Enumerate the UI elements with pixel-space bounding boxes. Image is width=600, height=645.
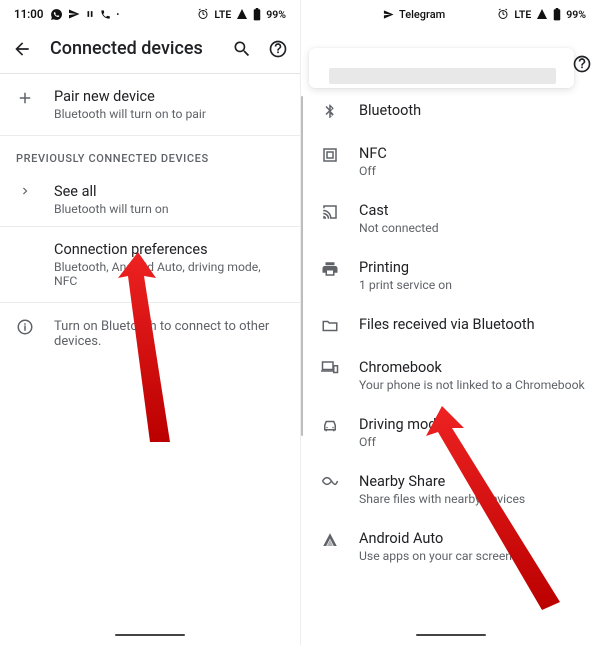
item-sub: Not connected <box>359 221 586 235</box>
item-title: Android Auto <box>359 530 586 547</box>
share-icon <box>321 474 339 488</box>
list-item-aa[interactable]: Android Auto Use apps on your car screen <box>301 518 600 575</box>
cast-icon <box>321 203 339 221</box>
battery-text: 99% <box>266 8 286 21</box>
whatsapp-icon <box>50 8 63 21</box>
gesture-bar <box>115 634 185 636</box>
bluetooth-tip-row: Turn on Bluetooth to connect to other de… <box>0 303 300 363</box>
left-screen: 11:00 • LTE 99% Connected devices Pair n… <box>0 0 300 645</box>
send-icon <box>383 9 394 20</box>
item-title: Nearby Share <box>359 473 586 490</box>
item-title: Bluetooth <box>359 102 586 119</box>
pair-sub: Bluetooth will turn on to pair <box>54 107 286 121</box>
right-screen: Telegram LTE 99% Bluetooth NFC Off Cast Not … <box>300 0 600 645</box>
phone-icon <box>100 9 111 20</box>
section-label: PREVIOUSLY CONNECTED DEVICES <box>0 136 300 173</box>
battery-text: 99% <box>566 8 586 21</box>
gesture-bar <box>416 634 486 636</box>
tip-text: Turn on Bluetooth to connect to other de… <box>54 319 286 349</box>
see-all-title: See all <box>54 183 286 200</box>
status-bar: 11:00 • LTE 99% <box>0 0 300 28</box>
help-icon[interactable] <box>268 39 288 59</box>
item-sub: Your phone is not linked to a Chromebook <box>359 378 586 392</box>
item-title: NFC <box>359 145 586 162</box>
app-header: Connected devices <box>0 28 300 73</box>
search-icon[interactable] <box>232 39 252 59</box>
chevron-right-icon <box>18 184 32 198</box>
status-bar: Telegram LTE 99% <box>301 0 600 28</box>
item-title: Chromebook <box>359 359 586 376</box>
print-icon <box>321 260 339 278</box>
item-sub: 1 print service on <box>359 278 586 292</box>
send-icon <box>68 8 80 20</box>
list-item-car[interactable]: Driving mode Off <box>301 404 600 461</box>
plus-icon <box>16 89 34 107</box>
see-all-row[interactable]: See all Bluetooth will turn on <box>0 173 300 226</box>
item-sub: Share files with nearby devices <box>359 492 586 506</box>
network-type: LTE <box>214 8 231 21</box>
info-icon <box>16 318 34 336</box>
pair-title: Pair new device <box>54 88 286 105</box>
signal-icon <box>536 8 548 20</box>
item-title: Driving mode <box>359 416 586 433</box>
connection-preferences-row[interactable]: Connection preferences Bluetooth, Androi… <box>0 227 300 302</box>
list-item-cast[interactable]: Cast Not connected <box>301 190 600 247</box>
folder-icon <box>321 317 339 335</box>
list-item-nfc[interactable]: NFC Off <box>301 133 600 190</box>
notif-app-name: Telegram <box>399 8 445 21</box>
aa-icon <box>321 531 339 549</box>
network-type: LTE <box>514 8 531 21</box>
item-title: Files received via Bluetooth <box>359 316 586 333</box>
list-item-folder[interactable]: Files received via Bluetooth <box>301 304 600 347</box>
preference-list: Bluetooth NFC Off Cast Not connected Printing… <box>301 90 600 621</box>
conn-pref-sub: Bluetooth, Android Auto, driving mode, N… <box>54 260 286 288</box>
list-item-bluetooth[interactable]: Bluetooth <box>301 90 600 133</box>
list-item-print[interactable]: Printing 1 print service on <box>301 247 600 304</box>
pair-new-device-row[interactable]: Pair new device Bluetooth will turn on t… <box>0 74 300 135</box>
car-icon <box>321 417 339 435</box>
alarm-icon <box>197 8 209 20</box>
see-all-sub: Bluetooth will turn on <box>54 202 286 216</box>
alarm-icon <box>497 8 509 20</box>
back-icon[interactable] <box>12 39 32 59</box>
clock-text: 11:00 <box>14 7 43 21</box>
pause-icon <box>85 9 95 19</box>
help-icon[interactable] <box>572 54 592 74</box>
bluetooth-icon <box>321 103 339 121</box>
battery-icon <box>553 8 561 21</box>
conn-pref-title: Connection preferences <box>54 241 286 258</box>
redaction-strip <box>329 68 556 84</box>
item-sub: Off <box>359 164 586 178</box>
page-title: Connected devices <box>50 38 214 59</box>
item-title: Printing <box>359 259 586 276</box>
list-item-share[interactable]: Nearby Share Share files with nearby devi… <box>301 461 600 518</box>
chromebook-icon <box>321 360 339 376</box>
nfc-icon <box>321 146 339 164</box>
signal-icon <box>236 8 248 20</box>
battery-icon <box>253 8 261 21</box>
item-sub: Use apps on your car screen <box>359 549 586 563</box>
list-item-chromebook[interactable]: Chromebook Your phone is not linked to a … <box>301 347 600 404</box>
item-sub: Off <box>359 435 586 449</box>
item-title: Cast <box>359 202 586 219</box>
dot-icon: • <box>116 10 119 19</box>
